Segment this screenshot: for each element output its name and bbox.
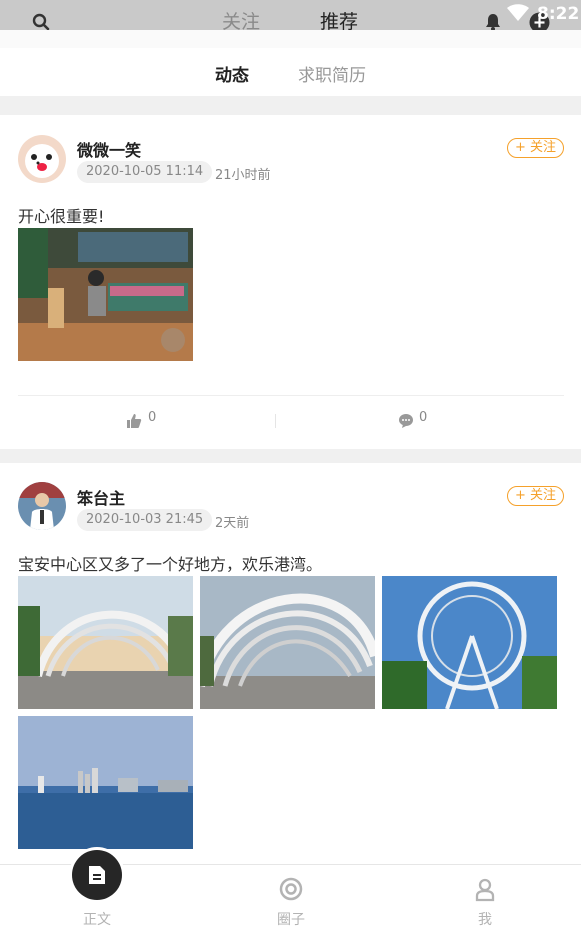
tab-dynamics[interactable]: 动态: [215, 61, 249, 86]
post-card[interactable]: 微微一笑 2020-10-05 11:14 21小时前 + 关注 开心很重要!: [0, 115, 581, 449]
document-icon: [89, 866, 105, 884]
post-image[interactable]: [382, 576, 557, 709]
nav-label: 圈子: [277, 912, 305, 928]
nav-label: 正文: [83, 912, 111, 928]
like-count: 0: [148, 410, 157, 425]
follow-button[interactable]: + 关注: [507, 486, 564, 506]
follow-button[interactable]: + 关注: [507, 138, 564, 158]
post-card[interactable]: 笨台主 2020-10-03 21:45 2天前 + 关注 宝安中心区又多了一个…: [0, 463, 581, 883]
app-screen: 关注 推荐 8:22 动态 求职简历 微微一笑 2020-10-05 11:14…: [0, 0, 581, 929]
post-feed[interactable]: 微微一笑 2020-10-05 11:14 21小时前 + 关注 开心很重要!: [0, 115, 581, 883]
post-time-ago: 21小时前: [215, 168, 271, 183]
tab-resume[interactable]: 求职简历: [298, 61, 366, 86]
username[interactable]: 笨台主: [77, 485, 125, 509]
top-bar: 关注 推荐 8:22: [0, 0, 581, 38]
like-button[interactable]: 0: [18, 396, 291, 446]
comment-icon: [399, 414, 413, 428]
wifi-icon: [507, 4, 529, 21]
post-image[interactable]: [18, 716, 193, 849]
comment-count: 0: [419, 410, 428, 425]
post-text: 开心很重要!: [18, 207, 105, 226]
avatar[interactable]: [18, 482, 66, 530]
post-text: 宝安中心区又多了一个好地方，欢乐港湾。: [18, 555, 323, 574]
bell-icon[interactable]: [483, 12, 503, 32]
main-tab-button[interactable]: [69, 847, 125, 903]
action-divider: [275, 414, 276, 428]
circle-icon: [279, 877, 303, 901]
post-image[interactable]: [18, 228, 193, 361]
post-datetime: 2020-10-03 21:45: [77, 509, 213, 531]
person-icon: [475, 878, 495, 902]
nav-label: 我: [478, 912, 492, 928]
post-actions: 0 0: [18, 395, 564, 445]
post-datetime: 2020-10-05 11:14: [77, 161, 213, 183]
post-image[interactable]: [200, 576, 375, 709]
nav-item-me[interactable]: 我: [388, 865, 581, 929]
avatar[interactable]: [18, 135, 66, 183]
comment-button[interactable]: 0: [291, 396, 564, 446]
username[interactable]: 微微一笑: [77, 137, 141, 161]
nav-item-circle[interactable]: 圈子: [194, 865, 388, 929]
post-time-ago: 2天前: [215, 516, 250, 531]
sub-tabs: 动态 求职简历: [0, 30, 581, 96]
post-image[interactable]: [18, 576, 193, 709]
thumbs-up-icon: [127, 414, 142, 428]
status-clock: 8:22: [537, 4, 580, 24]
search-icon[interactable]: [31, 12, 51, 32]
